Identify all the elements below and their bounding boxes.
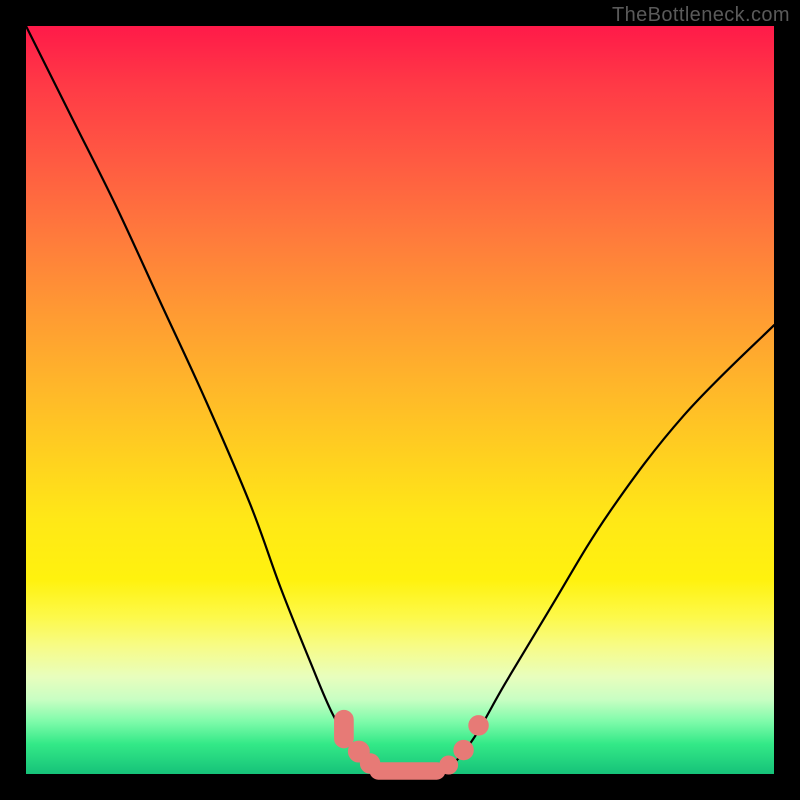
chart-frame: TheBottleneck.com bbox=[0, 0, 800, 800]
watermark-text: TheBottleneck.com bbox=[612, 4, 790, 27]
marker-pill-3 bbox=[370, 763, 445, 779]
curve-layer bbox=[26, 26, 774, 774]
bottleneck-curve bbox=[26, 26, 774, 772]
marker-dot-4 bbox=[440, 756, 458, 774]
marker-pill-0 bbox=[335, 710, 354, 747]
plot-area bbox=[26, 26, 774, 774]
marker-dot-5 bbox=[454, 740, 473, 759]
marker-dot-6 bbox=[469, 716, 488, 735]
